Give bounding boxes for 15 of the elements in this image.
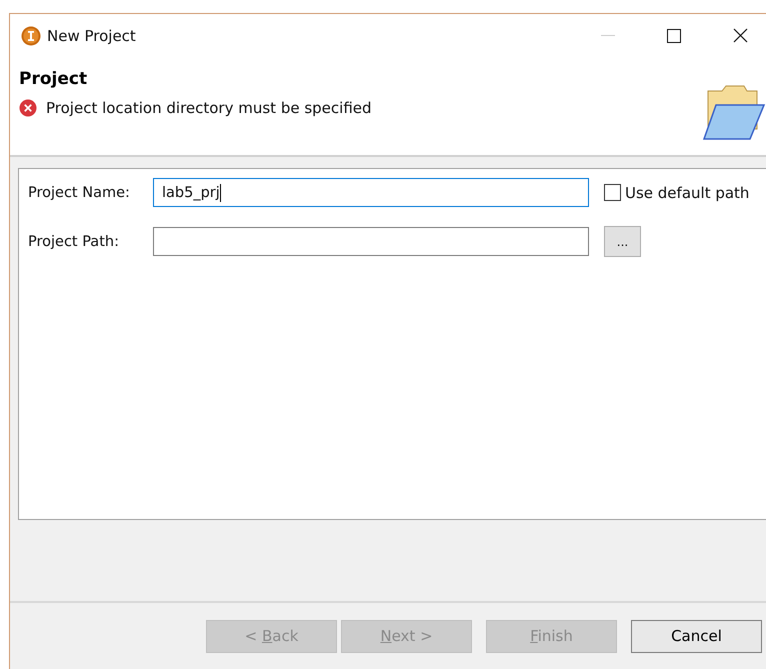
error-message: Project location directory must be specified <box>46 99 372 117</box>
field-label: Project Path: <box>28 234 120 250</box>
text-field[interactable]: lab5_prj <box>153 178 589 207</box>
app-icon <box>21 26 41 46</box>
page-title: Project <box>19 69 88 89</box>
close-icon[interactable] <box>733 28 748 43</box>
window-title: New Project <box>47 26 136 44</box>
field-label: Project Name: <box>28 184 131 200</box>
error-icon <box>19 99 37 117</box>
maximize-icon[interactable] <box>667 28 681 42</box>
folder-icon <box>700 83 766 141</box>
text-field[interactable] <box>153 227 589 256</box>
dialog-button[interactable]: Cancel <box>631 620 762 652</box>
default-path-checkbox[interactable]: Use default path <box>604 184 750 202</box>
browse-button[interactable]: ... <box>604 226 641 257</box>
